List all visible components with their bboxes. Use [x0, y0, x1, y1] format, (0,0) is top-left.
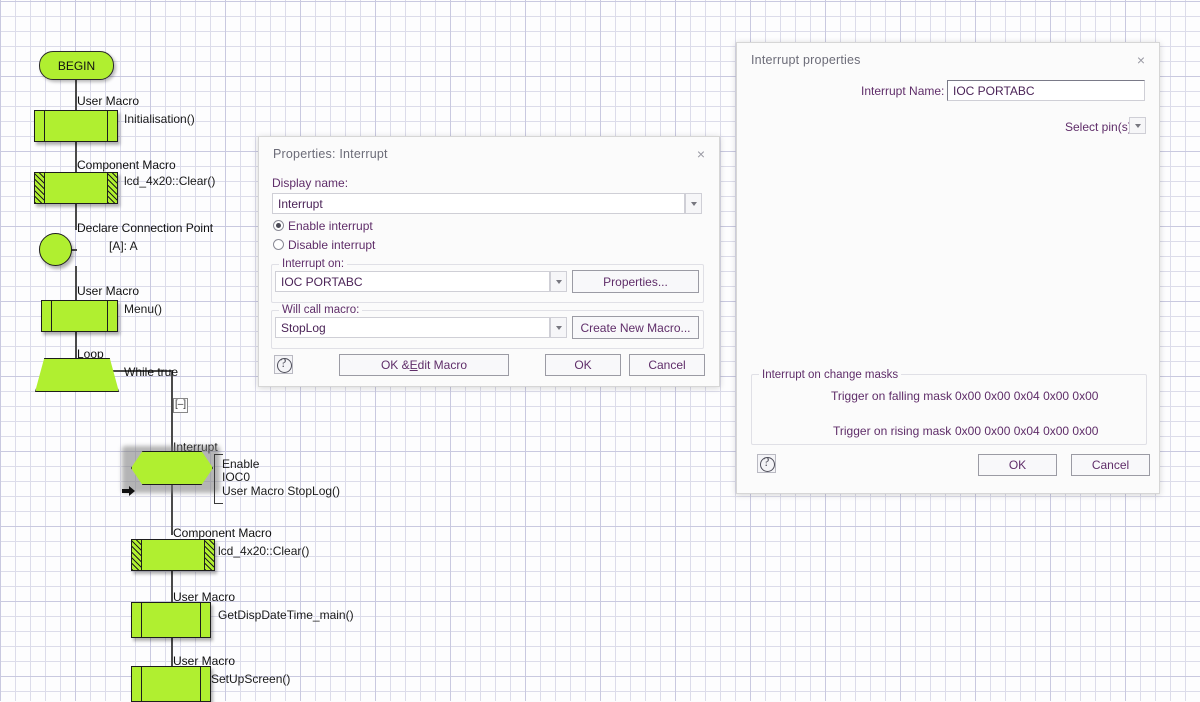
cancel-button[interactable]: Cancel [629, 354, 705, 376]
connection-point-node[interactable] [39, 233, 72, 266]
trigger-rising-mask-label: Trigger on rising mask [833, 424, 952, 438]
trigger-falling-mask-label: Trigger on falling mask [831, 389, 952, 403]
interrupt-name-input[interactable]: IOC PORTABC [947, 80, 1145, 101]
interrupt-on-dropdown-arrow[interactable] [550, 271, 567, 292]
node-detail: Menu() [124, 302, 163, 316]
node-detail: While true [124, 365, 179, 379]
help-icon-ring [760, 457, 775, 472]
node-detail: SetUpScreen() [211, 672, 291, 686]
interrupt-properties-button[interactable]: Properties... [572, 270, 699, 293]
display-name-dropdown-arrow[interactable] [685, 193, 702, 214]
dialog-title: Interrupt properties [751, 53, 861, 67]
ok-edit-macro-label-mnemonic: E [409, 358, 418, 372]
properties-interrupt-dialog[interactable]: Properties: Interrupt × Display name: In… [258, 136, 720, 387]
begin-node[interactable]: BEGIN [39, 51, 114, 80]
collapse-toggle[interactable]: [–] [173, 398, 188, 413]
node-title: Component Macro [77, 158, 176, 172]
loop-node[interactable] [35, 358, 119, 392]
create-new-macro-button[interactable]: Create New Macro... [572, 316, 699, 339]
cancel-button[interactable]: Cancel [1071, 454, 1150, 476]
interrupt-name-label: Interrupt Name: [861, 84, 945, 98]
chevron-down-icon [555, 325, 562, 330]
select-pins-dropdown-arrow[interactable] [1129, 117, 1146, 134]
node-detail: lcd_4x20::Clear() [218, 544, 310, 558]
macro-right-bar [200, 667, 210, 701]
node-detail-2: IOC0 [222, 470, 251, 484]
radio-disable-label: Disable interrupt [288, 238, 376, 252]
node-detail: Initialisation() [124, 112, 195, 126]
macro-left-bar [132, 667, 142, 701]
node-detail-3: User Macro StopLog() [222, 484, 341, 498]
node-title: User Macro [77, 284, 140, 298]
masks-group-label: Interrupt on change masks [759, 369, 902, 381]
display-name-label: Display name: [272, 176, 349, 190]
node-title: Component Macro [173, 526, 272, 540]
ok-button[interactable]: OK [978, 454, 1057, 476]
chevron-down-icon [690, 201, 697, 206]
macro-left-bar [35, 111, 45, 141]
macro-right-bar [107, 111, 117, 141]
dialog-title: Properties: Interrupt [273, 147, 388, 161]
display-name-input[interactable]: Interrupt [272, 193, 685, 214]
begin-label: BEGIN [57, 58, 96, 73]
macro-right-bar [204, 540, 214, 570]
chevron-down-icon [1134, 123, 1141, 128]
component-macro-node[interactable] [131, 539, 215, 571]
help-icon[interactable] [274, 355, 293, 374]
will-call-macro-select[interactable]: StopLog [275, 317, 550, 338]
interrupt-properties-dialog[interactable]: Interrupt properties × Interrupt Name: I… [736, 42, 1160, 494]
node-detail: [A]: A [109, 239, 138, 253]
ok-edit-macro-button[interactable]: OK & Edit Macro [339, 354, 509, 376]
radio-enable-interrupt[interactable] [273, 220, 284, 231]
macro-right-bar [200, 603, 210, 637]
node-detail-1: Enable [222, 457, 260, 471]
chevron-down-icon [555, 279, 562, 284]
user-macro-node[interactable] [131, 602, 211, 638]
will-call-macro-dropdown-arrow[interactable] [550, 317, 567, 338]
component-macro-node[interactable] [34, 172, 118, 204]
user-macro-node[interactable] [131, 666, 211, 702]
select-pins-label[interactable]: Select pin(s) [1065, 120, 1132, 134]
macro-right-bar [107, 301, 117, 331]
trigger-falling-mask-value: 0x00 0x00 0x04 0x00 0x00 [955, 389, 1099, 403]
user-macro-node[interactable] [41, 300, 118, 332]
ok-edit-macro-label-post: dit Macro [417, 358, 468, 372]
node-title: User Macro [77, 94, 140, 108]
node-detail: lcd_4x20::Clear() [124, 174, 216, 188]
user-macro-node[interactable] [34, 110, 118, 142]
interrupt-on-select[interactable]: IOC PORTABC [275, 271, 550, 292]
ok-button[interactable]: OK [545, 354, 621, 376]
will-call-macro-group-label: Will call macro: [279, 304, 363, 316]
close-icon[interactable]: × [692, 145, 710, 163]
node-detail: GetDispDateTime_main() [218, 608, 354, 622]
close-icon[interactable]: × [1132, 51, 1150, 69]
trigger-rising-mask-value: 0x00 0x00 0x04 0x00 0x00 [955, 424, 1099, 438]
radio-enable-label: Enable interrupt [288, 219, 373, 233]
macro-right-bar [107, 173, 117, 203]
radio-disable-interrupt[interactable] [273, 239, 284, 250]
macro-left-bar [42, 301, 52, 331]
help-icon[interactable] [757, 454, 776, 473]
ok-edit-macro-label-pre: OK & [380, 358, 410, 372]
macro-left-bar [35, 173, 45, 203]
help-icon-ring [277, 358, 292, 373]
node-title: Declare Connection Point [77, 221, 214, 235]
interrupt-node[interactable] [131, 451, 213, 485]
macro-left-bar [132, 540, 142, 570]
interrupt-on-group-label: Interrupt on: [279, 258, 348, 270]
macro-left-bar [132, 603, 142, 637]
